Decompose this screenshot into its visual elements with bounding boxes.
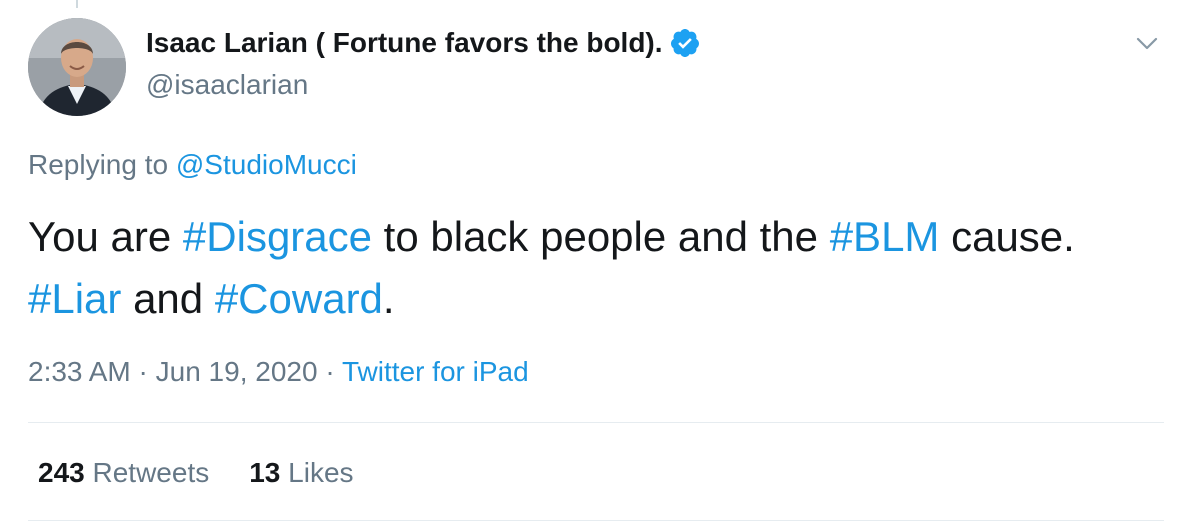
tweet-text-segment: to black people and the bbox=[372, 213, 830, 260]
tweet-text-segment: cause. bbox=[939, 213, 1075, 260]
retweets-count: 243 bbox=[38, 457, 85, 488]
thread-connector-line bbox=[76, 0, 78, 8]
replying-to: Replying to @StudioMucci bbox=[28, 149, 357, 181]
tweet-stats: 243 Retweets 13 Likes bbox=[38, 457, 394, 489]
likes-count: 13 bbox=[249, 457, 281, 488]
tweet-text-segment: You are bbox=[28, 213, 183, 260]
tweet-header: Isaac Larian ( Fortune favors the bold).… bbox=[28, 18, 1168, 118]
tweet-timestamp-time[interactable]: 2:33 AM bbox=[28, 356, 131, 387]
author-display-name[interactable]: Isaac Larian ( Fortune favors the bold). bbox=[146, 27, 663, 59]
tweet-metadata: 2:33 AM · Jun 19, 2020 · Twitter for iPa… bbox=[28, 356, 529, 388]
author-handle[interactable]: @isaaclarian bbox=[146, 69, 308, 101]
hashtag-disgrace-link[interactable]: #Disgrace bbox=[183, 213, 372, 260]
divider-bottom bbox=[28, 520, 1164, 521]
tweet-text-segment: and bbox=[121, 275, 215, 322]
meta-separator: · bbox=[317, 356, 342, 387]
hashtag-coward-link[interactable]: #Coward bbox=[215, 275, 383, 322]
likes-label: Likes bbox=[288, 457, 354, 488]
meta-separator: · bbox=[130, 356, 156, 387]
avatar-image bbox=[28, 18, 126, 116]
replying-to-label: Replying to bbox=[28, 149, 176, 180]
tweet-text: You are #Disgrace to black people and th… bbox=[28, 206, 1168, 330]
retweets-label: Retweets bbox=[92, 457, 210, 488]
author-name-row[interactable]: Isaac Larian ( Fortune favors the bold). bbox=[146, 27, 701, 59]
verified-badge-icon bbox=[669, 27, 701, 59]
tweet-timestamp-date[interactable]: Jun 19, 2020 bbox=[156, 356, 318, 387]
replying-to-handle-link[interactable]: @StudioMucci bbox=[176, 149, 357, 180]
likes-stat[interactable]: 13 Likes bbox=[249, 457, 353, 489]
avatar[interactable] bbox=[28, 18, 126, 116]
tweet-text-segment: . bbox=[382, 275, 395, 322]
retweets-stat[interactable]: 243 Retweets bbox=[38, 457, 209, 489]
divider-top bbox=[28, 422, 1164, 423]
hashtag-blm-link[interactable]: #BLM bbox=[830, 213, 940, 260]
chevron-down-icon[interactable] bbox=[1134, 30, 1160, 56]
tweet-source-link[interactable]: Twitter for iPad bbox=[342, 356, 529, 387]
hashtag-liar-link[interactable]: #Liar bbox=[28, 275, 121, 322]
